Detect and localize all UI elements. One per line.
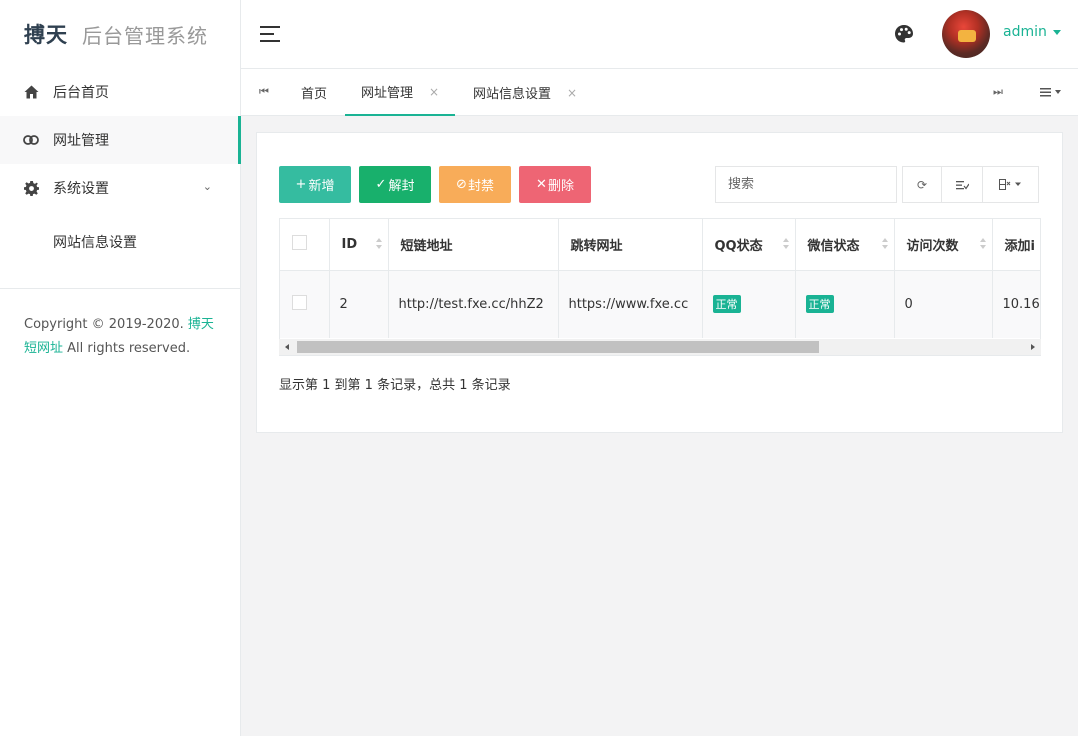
sidebar-item-label: 系统设置 <box>53 181 109 197</box>
column-header-added: 添加i <box>992 219 1040 271</box>
scroll-right-arrow[interactable] <box>1031 344 1035 350</box>
add-label: 新增 <box>308 179 335 194</box>
select-all-checkbox[interactable] <box>292 234 307 250</box>
sidebar-item-label: 后台首页 <box>53 85 109 101</box>
copyright-suffix: All rights reserved. <box>63 341 191 356</box>
tab-close-icon[interactable]: × <box>429 85 439 99</box>
chevron-down-icon: ⌄ <box>202 180 212 193</box>
copyright: Copyright © 2019-2020. 搏天短网址 All rights … <box>24 313 224 361</box>
delete-label: 删除 <box>547 179 574 194</box>
cell-visits: 0 <box>894 270 993 338</box>
check-icon: ✓ <box>375 177 387 192</box>
tab-scroll-right-icon[interactable]: ⏭ <box>989 69 1007 115</box>
cell-qq-status: 正常 <box>702 270 796 338</box>
sort-icon[interactable] <box>881 238 888 250</box>
sidebar-item-url-manage[interactable]: 网址管理 <box>0 116 241 164</box>
column-label: QQ状态 <box>714 238 763 254</box>
refresh-icon[interactable]: ⟳ <box>903 167 942 202</box>
home-icon <box>22 83 40 101</box>
sidebar-item-label: 网址管理 <box>53 133 109 149</box>
logo[interactable]: 搏天 后台管理系统 <box>0 0 240 68</box>
unban-label: 解封 <box>388 179 415 194</box>
unban-button[interactable]: ✓ 解封 <box>359 166 431 203</box>
row-checkbox[interactable] <box>292 294 307 310</box>
copyright-prefix: Copyright © 2019-2020. <box>24 317 188 332</box>
table-header-row: ID 短链地址 跳转网址 QQ状态 微信状态 访问次数 添加i <box>280 219 1040 271</box>
sidebar-subitem-site-info[interactable]: 网站信息设置 <box>0 212 240 272</box>
tab-label: 网址管理 <box>361 86 414 101</box>
scroll-left-arrow[interactable] <box>285 344 289 350</box>
sort-icon[interactable] <box>782 238 789 250</box>
status-badge: 正常 <box>712 295 741 314</box>
sidebar-subitem-label: 网站信息设置 <box>53 235 137 251</box>
horizontal-scrollbar[interactable] <box>279 339 1041 355</box>
cell-added: 10.16 <box>992 270 1040 338</box>
add-button[interactable]: + 新增 <box>279 166 351 203</box>
ban-label: 封禁 <box>467 179 494 194</box>
cell-short-url: http://test.fxe.cc/hhZ2 <box>388 270 559 338</box>
tab-home[interactable]: 首页 <box>301 69 327 116</box>
content-panel: +新增 ✓解封 ⊘封禁 ✕删除 ⟳ ID 短链地址 跳转网 <box>256 132 1063 433</box>
tab-bar: ⏮ 首页 网址管理 × 网站信息设置 × ⏭ <box>241 68 1078 116</box>
avatar[interactable] <box>942 10 990 58</box>
tab-site-info[interactable]: 网站信息设置 × <box>473 69 577 116</box>
pagination-info: 显示第 1 到第 1 条记录，总共 1 条记录 <box>279 378 511 393</box>
sidebar: 搏天 后台管理系统 后台首页 网址管理 系统设置 ⌄ 网站信息设置 Copyri… <box>0 0 241 736</box>
brand-name: 搏天 <box>24 23 68 47</box>
sort-icon[interactable] <box>375 238 382 250</box>
tab-close-icon[interactable]: × <box>567 86 577 100</box>
close-icon: ✕ <box>536 177 547 192</box>
column-label: 短链地址 <box>400 238 453 254</box>
status-badge: 正常 <box>805 295 834 314</box>
columns-icon[interactable] <box>983 167 1038 202</box>
column-label: 添加i <box>1004 238 1035 254</box>
palette-icon[interactable] <box>894 24 914 44</box>
column-label: 微信状态 <box>807 238 860 254</box>
gear-icon <box>22 179 40 197</box>
table-tools: ⟳ <box>902 166 1039 203</box>
column-label: ID <box>341 236 358 252</box>
sidebar-divider <box>0 288 240 289</box>
column-header-short-url: 短链地址 <box>388 219 559 271</box>
ban-button[interactable]: ⊘ 封禁 <box>439 166 511 203</box>
ban-icon: ⊘ <box>456 177 467 192</box>
menu-toggle-icon[interactable] <box>260 26 280 42</box>
top-header: admin <box>241 0 1078 68</box>
delete-button[interactable]: ✕ 删除 <box>519 166 591 203</box>
column-header-qq-status[interactable]: QQ状态 <box>702 219 796 271</box>
tab-menu-icon[interactable] <box>1037 69 1067 115</box>
cell-target-url: https://www.fxe.cc <box>558 270 703 338</box>
sort-icon[interactable] <box>979 238 986 250</box>
column-header-visits[interactable]: 访问次数 <box>894 219 993 271</box>
tab-url-manage[interactable]: 网址管理 × <box>345 69 456 116</box>
sidebar-item-home[interactable]: 后台首页 <box>0 68 240 116</box>
caret-down-icon[interactable] <box>1053 30 1061 35</box>
scrollbar-thumb[interactable] <box>297 341 819 353</box>
data-table: ID 短链地址 跳转网址 QQ状态 微信状态 访问次数 添加i 2 http:/… <box>279 218 1041 356</box>
select-all-cell <box>280 219 330 271</box>
plus-icon: + <box>295 177 307 192</box>
cell-wechat-status: 正常 <box>795 270 895 338</box>
search-input[interactable] <box>715 166 897 203</box>
column-label: 跳转网址 <box>570 238 623 254</box>
column-header-target-url: 跳转网址 <box>558 219 703 271</box>
tab-label: 首页 <box>301 87 328 102</box>
column-header-wechat-status[interactable]: 微信状态 <box>795 219 895 271</box>
user-name[interactable]: admin <box>1003 24 1047 40</box>
row-select-cell <box>280 270 330 338</box>
column-header-id[interactable]: ID <box>329 219 389 271</box>
cell-id: 2 <box>329 270 389 338</box>
link-icon <box>22 131 40 149</box>
column-label: 访问次数 <box>906 238 959 254</box>
tab-label: 网站信息设置 <box>473 87 552 102</box>
toggle-view-icon[interactable] <box>942 167 983 202</box>
brand-subtitle: 后台管理系统 <box>82 23 208 48</box>
tab-scroll-left-icon[interactable]: ⏮ <box>255 69 273 115</box>
table-row[interactable]: 2 http://test.fxe.cc/hhZ2 https://www.fx… <box>280 270 1040 338</box>
sidebar-item-system-settings[interactable]: 系统设置 ⌄ <box>0 164 240 212</box>
